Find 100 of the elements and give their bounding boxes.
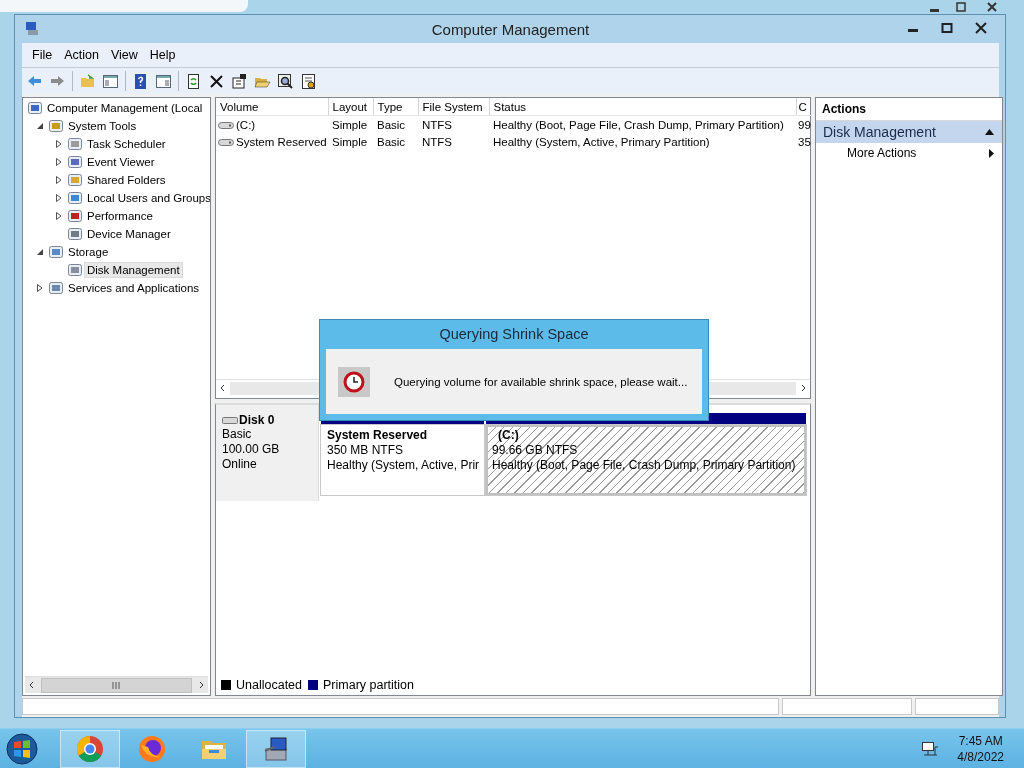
dialog-title: Querying Shrink Space [438, 325, 590, 344]
refresh-icon[interactable] [185, 72, 202, 90]
close-icon[interactable] [975, 22, 987, 34]
table-cell-text: Healthy (System, Active, Primary Partition) [492, 134, 711, 150]
legend-label: Primary partition [323, 678, 414, 692]
legend-label: Unallocated [236, 678, 302, 692]
computer-icon [24, 21, 40, 37]
partition-name: System Reserved [327, 428, 429, 443]
table-cell-text: 35 [797, 134, 812, 150]
scrollbar[interactable] [25, 676, 208, 693]
tree-item[interactable]: Shared Folders [84, 172, 169, 188]
properties-icon[interactable] [231, 72, 248, 90]
disk-size: 100.00 GB [222, 442, 281, 457]
partition-block[interactable]: (C:) 99.66 GB NTFS Healthy (Boot, Page File, Crash Dump, Primary Partition) [486, 425, 806, 495]
tree-item[interactable]: System Tools [65, 118, 140, 134]
tree-node-icon [67, 136, 83, 152]
section-title: Disk Management [823, 124, 936, 140]
column-header[interactable]: Layout [328, 98, 373, 116]
partition-name: (C:) [497, 428, 520, 443]
drive-icon [218, 136, 234, 147]
table-cell: (C:) [236, 118, 256, 131]
table-cell: System Reserved [236, 135, 327, 148]
taskbar-button[interactable] [60, 729, 120, 768]
collapsed-arrow-icon[interactable] [36, 284, 44, 292]
tree-node-icon [67, 154, 83, 170]
start-button[interactable] [4, 730, 40, 767]
tree-item[interactable]: Storage [65, 244, 112, 260]
action-section-header[interactable]: Disk Management [816, 121, 1002, 143]
clock[interactable]: 7:45 AM 4/8/2022 [957, 732, 1004, 765]
collapsed-arrow-icon[interactable] [55, 194, 63, 202]
table-cell-text: NTFS [421, 134, 454, 150]
partition-status: Healthy (Boot, Page File, Crash Dump, Primary Partition) [492, 458, 797, 473]
panel-icon[interactable] [155, 72, 172, 90]
table-cell: Healthy (Boot, Page File, Crash Dump, Primary Partition) [489, 115, 796, 133]
menu-item[interactable]: View [104, 46, 144, 64]
drive-icon [222, 415, 238, 425]
help-icon[interactable] [132, 72, 149, 90]
expanded-arrow-icon[interactable] [36, 248, 44, 256]
scroll-thumb[interactable] [41, 677, 192, 693]
collapsed-arrow-icon[interactable] [55, 140, 63, 148]
submenu-arrow-icon [989, 148, 994, 158]
tree-node-icon [27, 100, 43, 116]
computer-icon [262, 734, 290, 763]
column-header[interactable]: Type [373, 98, 418, 116]
delete-icon[interactable] [208, 72, 225, 90]
browser-icon [138, 734, 166, 763]
tree-item[interactable]: Task Scheduler [84, 136, 169, 152]
tree-node-icon [48, 244, 64, 260]
action-item[interactable]: More Actions [816, 143, 1002, 163]
drive-icon [218, 119, 234, 130]
column-header[interactable]: Volume [216, 98, 328, 116]
tree-item[interactable]: Computer Management (Local [44, 100, 206, 116]
collapsed-arrow-icon[interactable] [55, 212, 63, 220]
table-cell: NTFS [418, 115, 489, 133]
window-title: Computer Management [430, 20, 591, 38]
table-cell: Simple [328, 115, 373, 133]
tree-item[interactable]: Event Viewer [84, 154, 158, 170]
collapse-arrow-icon[interactable] [985, 129, 994, 135]
tree-item[interactable]: Performance [84, 208, 156, 224]
tree-node-icon [48, 118, 64, 134]
settings-icon[interactable] [300, 72, 317, 90]
table-cell: 99 [796, 115, 812, 133]
clock-date: 4/8/2022 [957, 748, 1004, 765]
tree-node-icon [48, 280, 64, 296]
table-cell-text: Basic [376, 134, 407, 150]
panel-icon[interactable] [102, 72, 119, 90]
disk-type: Basic [222, 427, 253, 442]
taskbar-button[interactable] [246, 729, 306, 768]
menu-item[interactable]: File [26, 46, 59, 64]
column-header[interactable]: File System [418, 98, 489, 116]
menu-item[interactable]: Action [58, 46, 105, 64]
browser-icon [76, 734, 104, 763]
maximize-icon[interactable] [941, 22, 953, 34]
partition-size: 99.66 GB NTFS [492, 443, 579, 458]
expanded-arrow-icon[interactable] [36, 122, 44, 130]
table-cell-text: Simple [331, 134, 369, 150]
tree-node-icon [67, 190, 83, 206]
tree-item[interactable]: Disk Management [84, 262, 183, 278]
window-controls-drawing [930, 0, 1000, 14]
search-icon[interactable] [277, 72, 294, 90]
tree-item[interactable]: Local Users and Groups [84, 190, 210, 206]
partition-status: Healthy (System, Active, Prir [327, 458, 478, 473]
tree-node-icon [67, 172, 83, 188]
partition-size: 350 MB NTFS [327, 443, 405, 458]
collapsed-arrow-icon[interactable] [55, 158, 63, 166]
column-header[interactable]: Status [489, 98, 796, 116]
tree-item[interactable]: Services and Applications [65, 280, 203, 296]
clock-time: 7:45 AM [958, 732, 1003, 749]
table-cell: Basic [373, 115, 418, 133]
dialog-message: Querying volume for available shrink space, please wait... [394, 375, 688, 388]
menu-item[interactable]: Help [143, 46, 182, 64]
network-icon[interactable] [921, 740, 940, 757]
disk-name: Disk 0 [239, 413, 275, 427]
clock-icon [338, 366, 370, 397]
tree-node-icon [67, 226, 83, 242]
tree-item[interactable]: Device Manager [84, 226, 174, 242]
tree-node-icon [67, 208, 83, 224]
collapsed-arrow-icon[interactable] [55, 176, 63, 184]
tree-node-icon [67, 262, 83, 278]
column-header[interactable]: C [796, 98, 812, 116]
